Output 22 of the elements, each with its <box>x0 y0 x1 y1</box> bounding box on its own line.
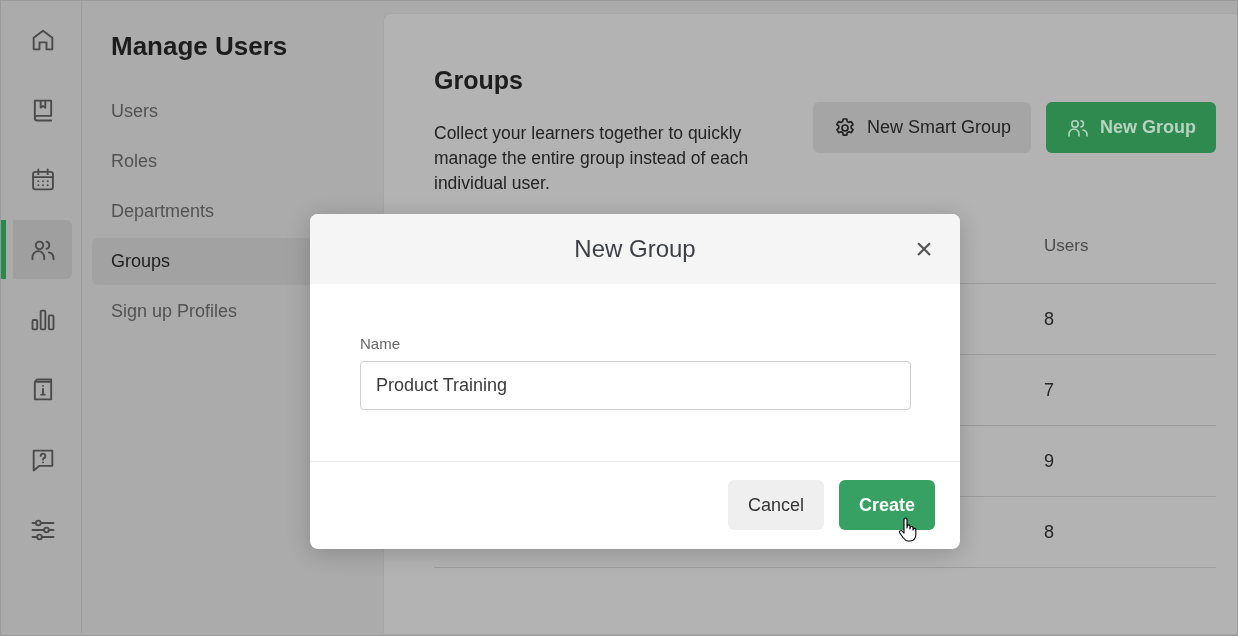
cancel-button[interactable]: Cancel <box>727 480 824 530</box>
table-cell: 8 <box>1044 521 1054 543</box>
column-header: Users <box>1044 236 1089 256</box>
name-input-field[interactable]: Product Training <box>360 361 911 410</box>
sidebar-item[interactable]: Users <box>92 88 383 135</box>
close-button[interactable]: × <box>908 233 940 265</box>
sidebar-title: Manage Users <box>111 31 289 62</box>
new-smart-group-button[interactable]: New Smart Group <box>812 102 1031 153</box>
table-cell: 8 <box>1044 308 1054 330</box>
table-cell: 7 <box>1044 379 1054 401</box>
table-cell: 9 <box>1044 450 1054 472</box>
create-button[interactable]: Create <box>838 480 935 530</box>
sidebar-item[interactable]: Sign up Profiles <box>92 288 383 335</box>
dialog-title: New Group <box>574 235 696 263</box>
sidebar-item[interactable]: Roles <box>92 138 383 185</box>
hand-cursor-icon <box>898 517 918 543</box>
page-title: Groups <box>434 66 524 95</box>
field-label: Name <box>360 335 401 352</box>
sidebar-item[interactable]: Departments <box>92 188 383 235</box>
page-description: Collect your learners together to quickly manage the entire group instead of each individual user. <box>434 122 750 195</box>
nav-button[interactable] <box>1 220 72 279</box>
new-group-button[interactable]: New Group <box>1046 102 1216 153</box>
